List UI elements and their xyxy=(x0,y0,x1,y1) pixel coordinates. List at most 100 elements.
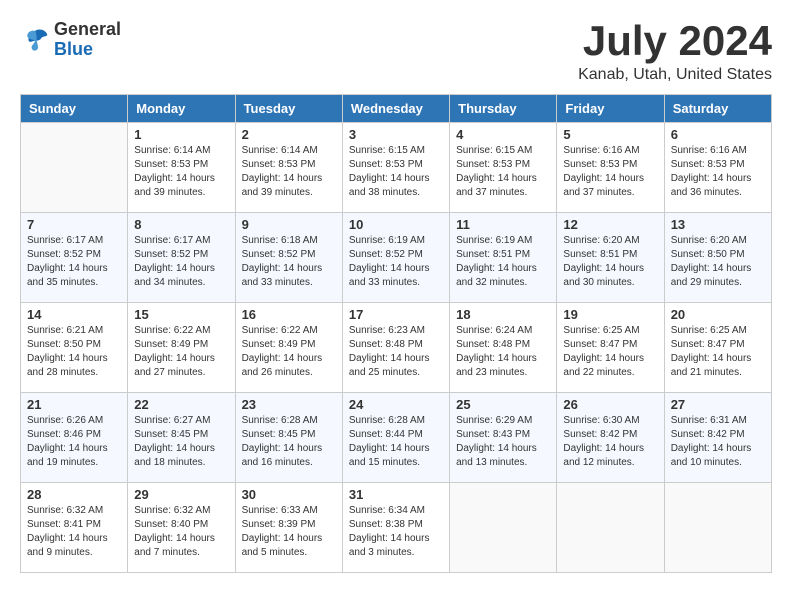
day-number: 3 xyxy=(349,127,443,142)
day-info: Sunrise: 6:17 AMSunset: 8:52 PMDaylight:… xyxy=(134,234,228,290)
day-info: Sunrise: 6:28 AMSunset: 8:44 PMDaylight:… xyxy=(349,414,443,470)
day-info: Sunrise: 6:31 AMSunset: 8:42 PMDaylight:… xyxy=(671,414,765,470)
calendar-table: SundayMondayTuesdayWednesdayThursdayFrid… xyxy=(20,94,772,573)
header-thursday: Thursday xyxy=(450,95,557,123)
calendar-cell xyxy=(664,483,771,573)
day-number: 1 xyxy=(134,127,228,142)
calendar-cell: 7Sunrise: 6:17 AMSunset: 8:52 PMDaylight… xyxy=(21,213,128,303)
day-info: Sunrise: 6:22 AMSunset: 8:49 PMDaylight:… xyxy=(134,324,228,380)
calendar-cell: 17 Sunrise: 6:23 AMSunset: 8:48 PMDayligh… xyxy=(342,303,449,393)
header-sunday: Sunday xyxy=(21,95,128,123)
day-info: Sunrise: 6:14 AMSunset: 8:53 PMDaylight:… xyxy=(134,144,228,200)
day-number: 14 xyxy=(27,307,121,322)
day-number: 28 xyxy=(27,487,121,502)
header-wednesday: Wednesday xyxy=(342,95,449,123)
logo-blue: Blue xyxy=(54,40,121,60)
calendar-week-row: 21Sunrise: 6:26 AMSunset: 8:46 PMDayligh… xyxy=(21,393,772,483)
day-number: 26 xyxy=(563,397,657,412)
calendar-cell: 26 Sunrise: 6:30 AMSunset: 8:42 PMDayligh… xyxy=(557,393,664,483)
day-info: Sunrise: 6:33 AMSunset: 8:39 PMDaylight:… xyxy=(242,504,336,560)
calendar-cell: 30 Sunrise: 6:33 AMSunset: 8:39 PMDayligh… xyxy=(235,483,342,573)
day-number: 4 xyxy=(456,127,550,142)
day-number: 30 xyxy=(242,487,336,502)
day-number: 9 xyxy=(242,217,336,232)
day-number: 16 xyxy=(242,307,336,322)
calendar-cell: 14 Sunrise: 6:21 AMSunset: 8:50 PMDayligh… xyxy=(21,303,128,393)
day-number: 5 xyxy=(563,127,657,142)
calendar-cell: 12 Sunrise: 6:20 AMSunset: 8:51 PMDayligh… xyxy=(557,213,664,303)
day-info: Sunrise: 6:27 AMSunset: 8:45 PMDaylight:… xyxy=(134,414,228,470)
day-number: 31 xyxy=(349,487,443,502)
day-number: 11 xyxy=(456,217,550,232)
header-monday: Monday xyxy=(128,95,235,123)
day-number: 10 xyxy=(349,217,443,232)
day-number: 19 xyxy=(563,307,657,322)
calendar-cell: 4 Sunrise: 6:15 AMSunset: 8:53 PMDaylight… xyxy=(450,123,557,213)
calendar-week-row: 1 Sunrise: 6:14 AMSunset: 8:53 PMDaylight… xyxy=(21,123,772,213)
day-info: Sunrise: 6:19 AMSunset: 8:52 PMDaylight:… xyxy=(349,234,443,290)
day-info: Sunrise: 6:16 AMSunset: 8:53 PMDaylight:… xyxy=(563,144,657,200)
day-info: Sunrise: 6:26 AMSunset: 8:46 PMDaylight:… xyxy=(27,414,121,470)
day-info: Sunrise: 6:15 AMSunset: 8:53 PMDaylight:… xyxy=(456,144,550,200)
calendar-cell: 3 Sunrise: 6:15 AMSunset: 8:53 PMDaylight… xyxy=(342,123,449,213)
day-number: 20 xyxy=(671,307,765,322)
header-saturday: Saturday xyxy=(664,95,771,123)
day-info: Sunrise: 6:20 AMSunset: 8:50 PMDaylight:… xyxy=(671,234,765,290)
day-info: Sunrise: 6:18 AMSunset: 8:52 PMDaylight:… xyxy=(242,234,336,290)
day-info: Sunrise: 6:15 AMSunset: 8:53 PMDaylight:… xyxy=(349,144,443,200)
calendar-cell: 8 Sunrise: 6:17 AMSunset: 8:52 PMDaylight… xyxy=(128,213,235,303)
logo: General Blue xyxy=(20,20,121,60)
calendar-cell: 15Sunrise: 6:22 AMSunset: 8:49 PMDayligh… xyxy=(128,303,235,393)
calendar-cell xyxy=(557,483,664,573)
day-number: 8 xyxy=(134,217,228,232)
calendar-cell: 10 Sunrise: 6:19 AMSunset: 8:52 PMDayligh… xyxy=(342,213,449,303)
calendar-cell: 24 Sunrise: 6:28 AMSunset: 8:44 PMDayligh… xyxy=(342,393,449,483)
day-number: 6 xyxy=(671,127,765,142)
calendar-cell: 9 Sunrise: 6:18 AMSunset: 8:52 PMDaylight… xyxy=(235,213,342,303)
day-info: Sunrise: 6:14 AMSunset: 8:53 PMDaylight:… xyxy=(242,144,336,200)
day-info: Sunrise: 6:28 AMSunset: 8:45 PMDaylight:… xyxy=(242,414,336,470)
calendar-header-row: SundayMondayTuesdayWednesdayThursdayFrid… xyxy=(21,95,772,123)
day-number: 29 xyxy=(134,487,228,502)
calendar-cell: 25Sunrise: 6:29 AMSunset: 8:43 PMDayligh… xyxy=(450,393,557,483)
calendar-cell: 11 Sunrise: 6:19 AMSunset: 8:51 PMDayligh… xyxy=(450,213,557,303)
day-info: Sunrise: 6:23 AMSunset: 8:48 PMDaylight:… xyxy=(349,324,443,380)
day-number: 12 xyxy=(563,217,657,232)
logo-text: General Blue xyxy=(54,20,121,60)
header-friday: Friday xyxy=(557,95,664,123)
day-info: Sunrise: 6:21 AMSunset: 8:50 PMDaylight:… xyxy=(27,324,121,380)
day-info: Sunrise: 6:32 AMSunset: 8:41 PMDaylight:… xyxy=(27,504,121,560)
calendar-cell: 13 Sunrise: 6:20 AMSunset: 8:50 PMDayligh… xyxy=(664,213,771,303)
calendar-week-row: 7 Sunrise: 6:17 AMSunset: 8:52 PMDaylight… xyxy=(21,213,772,303)
calendar-cell: 27 Sunrise: 6:31 AMSunset: 8:42 PMDayligh… xyxy=(664,393,771,483)
day-info: Sunrise: 6:30 AMSunset: 8:42 PMDaylight:… xyxy=(563,414,657,470)
day-info: Sunrise: 6:16 AMSunset: 8:53 PMDaylight:… xyxy=(671,144,765,200)
day-info: Sunrise: 6:34 AMSunset: 8:38 PMDaylight:… xyxy=(349,504,443,560)
header: General Blue July 2024 Kanab, Utah, Unit… xyxy=(20,20,772,84)
calendar-cell: 5 Sunrise: 6:16 AMSunset: 8:53 PMDaylight… xyxy=(557,123,664,213)
calendar-cell xyxy=(450,483,557,573)
calendar-cell: 6 Sunrise: 6:16 AMSunset: 8:53 PMDaylight… xyxy=(664,123,771,213)
day-number: 24 xyxy=(349,397,443,412)
day-number: 27 xyxy=(671,397,765,412)
day-info: Sunrise: 6:24 AMSunset: 8:48 PMDaylight:… xyxy=(456,324,550,380)
logo-general: General xyxy=(54,20,121,40)
month-year-title: July 2024 xyxy=(578,20,772,62)
header-tuesday: Tuesday xyxy=(235,95,342,123)
calendar-cell: 1 Sunrise: 6:14 AMSunset: 8:53 PMDaylight… xyxy=(128,123,235,213)
day-info: Sunrise: 6:19 AMSunset: 8:51 PMDaylight:… xyxy=(456,234,550,290)
day-number: 17 xyxy=(349,307,443,322)
day-number: 13 xyxy=(671,217,765,232)
calendar-cell: 28 Sunrise: 6:32 AMSunset: 8:41 PMDayligh… xyxy=(21,483,128,573)
calendar-cell: 21Sunrise: 6:26 AMSunset: 8:46 PMDayligh… xyxy=(21,393,128,483)
calendar-cell: 16Sunrise: 6:22 AMSunset: 8:49 PMDayligh… xyxy=(235,303,342,393)
day-info: Sunrise: 6:29 AMSunset: 8:43 PMDaylight:… xyxy=(456,414,550,470)
day-number: 7 xyxy=(27,217,121,232)
calendar-cell: 18 Sunrise: 6:24 AMSunset: 8:48 PMDayligh… xyxy=(450,303,557,393)
day-number: 18 xyxy=(456,307,550,322)
logo-bird-icon xyxy=(20,25,50,55)
day-info: Sunrise: 6:20 AMSunset: 8:51 PMDaylight:… xyxy=(563,234,657,290)
calendar-cell: 29Sunrise: 6:32 AMSunset: 8:40 PMDayligh… xyxy=(128,483,235,573)
title-section: July 2024 Kanab, Utah, United States xyxy=(578,20,772,84)
day-number: 23 xyxy=(242,397,336,412)
